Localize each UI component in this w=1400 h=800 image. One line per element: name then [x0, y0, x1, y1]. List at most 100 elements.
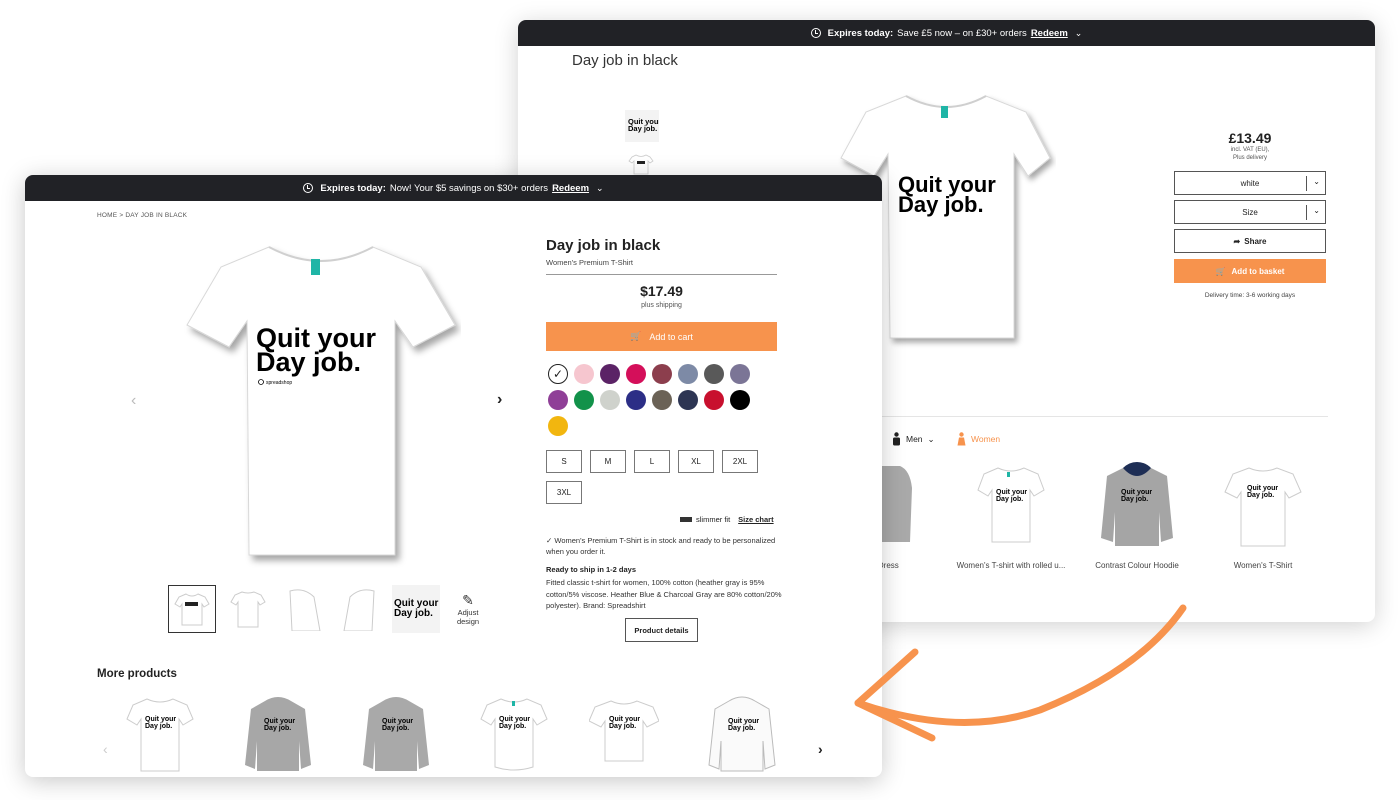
product-details-button[interactable]: Product details [625, 618, 698, 642]
color-swatch[interactable] [678, 364, 698, 384]
size-chart-link[interactable]: Size chart [738, 515, 773, 524]
add-to-cart-button[interactable]: 🛒 Add to cart [546, 322, 777, 351]
checkmark-icon: ✓ [546, 536, 553, 545]
related-product[interactable]: Quit your Day job. Women's T-Shirt [1202, 462, 1324, 570]
svg-text:Quit your: Quit your [728, 718, 759, 725]
related-product[interactable]: Quit your Day job. Women's T-shirt with r… [950, 462, 1072, 570]
color-swatch[interactable] [704, 364, 724, 384]
svg-text:Quit your: Quit your [499, 716, 530, 723]
price: £13.49 [1228, 130, 1272, 146]
breadcrumb-home[interactable]: HOME [97, 212, 117, 219]
color-swatch[interactable] [574, 364, 594, 384]
redeem-link[interactable]: Redeem [1031, 28, 1068, 39]
comparison-arrow-icon [854, 604, 1187, 742]
pencil-icon: ✎ [462, 592, 474, 608]
more-product-item[interactable]: Quit your Day job. [479, 695, 549, 773]
color-swatches: ✓ [548, 364, 768, 436]
color-swatch[interactable] [704, 390, 724, 410]
new-product-page: Expires today: Now! Your $5 savings on $… [25, 175, 882, 777]
color-swatch-selected[interactable]: ✓ [548, 364, 568, 384]
svg-text:Quit your: Quit your [264, 718, 295, 725]
size-option[interactable]: M [590, 450, 626, 473]
gallery-thumb-back[interactable] [224, 585, 272, 633]
cart-icon: 🛒 [1215, 266, 1226, 276]
color-swatch[interactable] [626, 364, 646, 384]
page-title: Day job in black [572, 52, 678, 69]
gallery-thumb-side-left[interactable] [280, 585, 328, 633]
svg-text:Day job.: Day job. [996, 496, 1023, 503]
gender-filter-women[interactable]: Women [957, 432, 1000, 446]
svg-text:Day job.: Day job. [1247, 492, 1274, 499]
gallery-thumb-shirt[interactable] [628, 153, 654, 175]
redeem-link[interactable]: Redeem [552, 183, 589, 194]
size-options: S M L XL 2XL 3XL [546, 450, 786, 504]
delivery-note: Plus delivery [1232, 155, 1267, 161]
more-product-item[interactable]: Quit your Day job. [243, 695, 313, 773]
add-to-basket-button[interactable]: 🛒 Add to basket [1174, 259, 1326, 283]
color-swatch[interactable] [730, 390, 750, 410]
fit-info: slimmer fit Size chart [680, 515, 774, 524]
shipping-note: plus shipping [641, 302, 682, 309]
color-swatch[interactable] [574, 390, 594, 410]
size-option[interactable]: L [634, 450, 670, 473]
gallery-thumb-design[interactable]: Quit your Day job. [625, 110, 661, 142]
gender-filter-men[interactable]: Men ⌄ [892, 432, 935, 446]
size-option[interactable]: 2XL [722, 450, 758, 473]
svg-text:Quit your: Quit your [1247, 485, 1278, 492]
related-product-label: Women's T-Shirt [1233, 561, 1293, 570]
more-next-button[interactable]: › [818, 741, 823, 757]
size-select-value: Size [1242, 207, 1258, 217]
svg-text:Quit your: Quit your [609, 716, 640, 723]
add-to-cart-label: Add to cart [649, 331, 693, 342]
color-swatch[interactable] [626, 390, 646, 410]
adjust-label-1: Adjust [457, 608, 479, 617]
gallery-thumb-front[interactable] [168, 585, 216, 633]
share-button[interactable]: ➦ Share [1174, 229, 1326, 253]
size-option[interactable]: S [546, 450, 582, 473]
size-option[interactable]: 3XL [546, 481, 582, 504]
gender-men-label: Men [906, 434, 923, 444]
gallery-thumbnails: Quit your Day job. ✎ Adjust design [168, 585, 488, 633]
promo-bar: Expires today: Save £5 now – on £30+ ord… [518, 20, 1375, 46]
svg-text:Day job.: Day job. [898, 192, 984, 217]
more-product-item[interactable]: Quit your Day job. [361, 695, 431, 773]
chevron-down-icon[interactable]: ⌄ [596, 183, 604, 194]
color-swatch[interactable] [678, 390, 698, 410]
color-swatch[interactable] [652, 364, 672, 384]
color-swatch[interactable] [652, 390, 672, 410]
color-swatch[interactable] [600, 364, 620, 384]
product-title: Day job in black [546, 237, 661, 254]
svg-text:Day job.: Day job. [609, 723, 636, 730]
related-product[interactable]: Quit your Day job. Contrast Colour Hoodie [1076, 462, 1198, 570]
person-icon [957, 432, 966, 446]
more-product-item[interactable]: Quit your Day job. [125, 695, 195, 773]
more-product-item[interactable]: Quit your Day job. [707, 695, 777, 773]
gallery-prev-button[interactable]: ‹ [131, 392, 136, 410]
cart-icon: 🛒 [630, 331, 642, 341]
share-label: Share [1244, 236, 1267, 246]
size-option[interactable]: XL [678, 450, 714, 473]
color-swatch[interactable] [548, 416, 568, 436]
more-products-title: More products [97, 668, 177, 680]
gallery-thumb-design[interactable]: Quit your Day job. [392, 585, 440, 633]
svg-text:Day job.: Day job. [1121, 496, 1148, 503]
more-product-item[interactable]: Quit your Day job. [589, 695, 659, 773]
color-swatch[interactable] [548, 390, 568, 410]
color-select[interactable]: white ⌄ [1174, 171, 1326, 195]
more-prev-button[interactable]: ‹ [103, 741, 108, 757]
color-swatch[interactable] [600, 390, 620, 410]
ready-to-ship: Ready to ship in 1-2 days [546, 565, 637, 574]
stock-text: Women's Premium T-Shirt is in stock and … [546, 536, 776, 556]
svg-text:Day job.: Day job. [145, 723, 172, 730]
basket-label: Add to basket [1231, 266, 1285, 276]
adjust-design-button[interactable]: ✎ Adjust design [448, 592, 488, 626]
svg-text:Day job.: Day job. [264, 725, 291, 732]
color-swatch[interactable] [730, 364, 750, 384]
size-select[interactable]: Size ⌄ [1174, 200, 1326, 224]
related-product-label: Women's T-shirt with rolled u... [956, 561, 1066, 570]
chevron-down-icon[interactable]: ⌄ [1075, 28, 1083, 39]
gallery-next-button[interactable]: › [497, 391, 502, 409]
gallery-thumb-side-right[interactable] [336, 585, 384, 633]
person-icon [893, 432, 900, 446]
svg-text:Day job.: Day job. [394, 608, 433, 619]
